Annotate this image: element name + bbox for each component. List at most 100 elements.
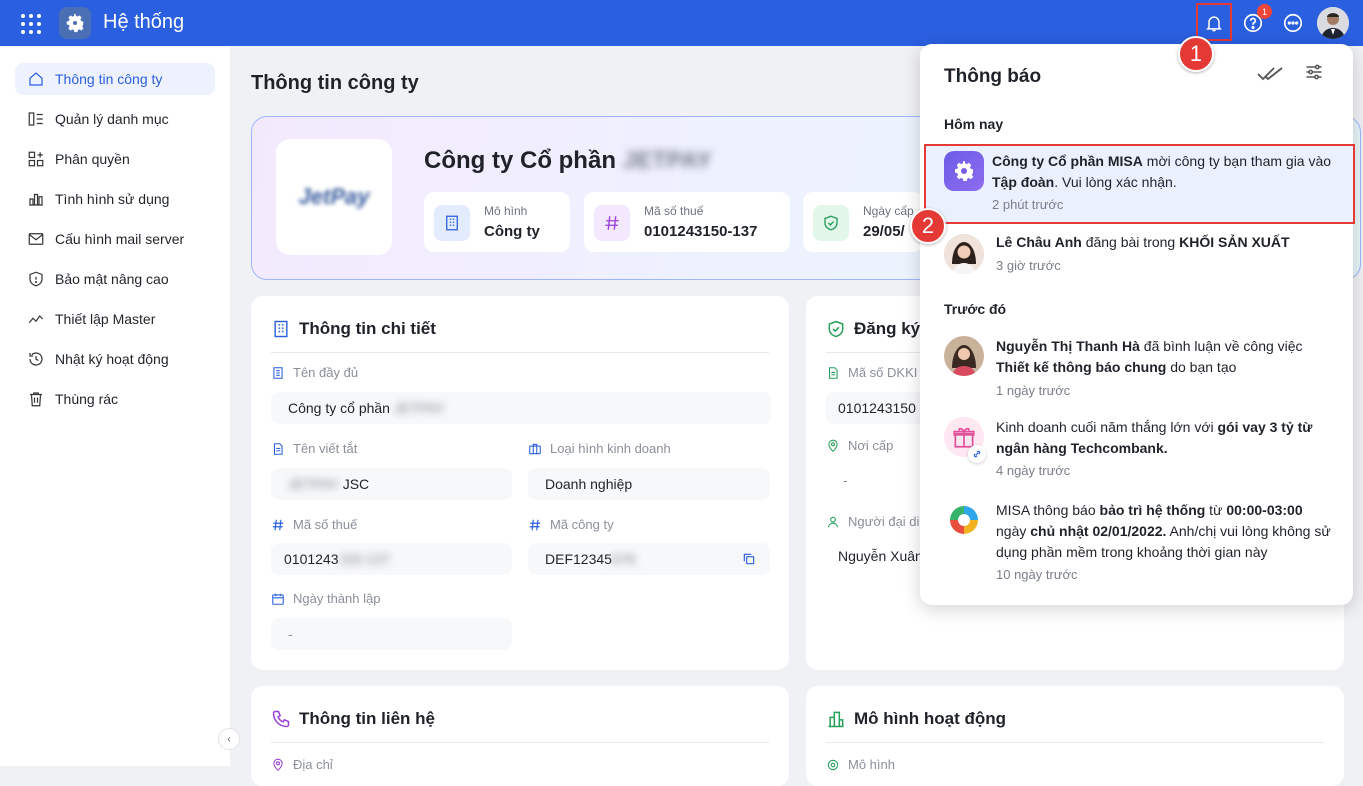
filter-settings-icon[interactable]: [1304, 62, 1324, 82]
label-text: Loại hình kinh doanh: [550, 441, 671, 456]
label-text: Tên đầy đủ: [293, 365, 359, 380]
stat-tax-code: Mã số thuế 0101243150-137: [584, 192, 790, 252]
notification-text: MISA thông báo bảo trì hệ thống từ 00:00…: [996, 500, 1336, 563]
shield-check-icon: [813, 205, 849, 241]
grid-plus-icon: [28, 151, 44, 167]
text-bold: Tập đoàn: [992, 174, 1055, 190]
stat-model: Mô hình Công ty: [424, 192, 570, 252]
detail-card-title: Thông tin chi tiết: [271, 319, 436, 339]
notification-time: 4 ngày trước: [996, 463, 1071, 478]
mark-all-read-icon[interactable]: [1257, 64, 1283, 82]
stat-value: 29/05/: [863, 223, 905, 240]
notification-text: Công ty Cổ phần MISA mời công ty bạn tha…: [992, 151, 1332, 193]
sidebar-item-trash[interactable]: Thùng rác: [15, 383, 215, 415]
notification-item[interactable]: Kinh doanh cuối năm thắng lớn với gói va…: [920, 417, 1353, 481]
tax-code-label: Mã số thuế: [271, 517, 357, 532]
trash-icon: [30, 392, 42, 407]
field-value-blurred: 150-137: [338, 551, 390, 567]
sidebar-item-label: Tình hình sử dụng: [55, 191, 170, 207]
tax-code-field: 0101243 150-137: [271, 543, 512, 575]
detail-card: Thông tin chi tiết Tên đầy đủ Công ty cổ…: [251, 296, 789, 670]
user-avatar: [944, 336, 984, 376]
bar-chart-icon: [29, 193, 43, 206]
step-marker-2: 2: [910, 208, 946, 244]
sidebar-item-security[interactable]: Bảo mật nâng cao: [15, 263, 215, 295]
text-bold: bảo trì hệ thống: [1099, 502, 1206, 518]
notification-item[interactable]: MISA thông báo bảo trì hệ thống từ 00:00…: [920, 500, 1353, 586]
company-code-field: DEF12345 678: [528, 543, 770, 575]
company-code-label: Mã công ty: [528, 517, 614, 532]
label-text: Mã số DKKI: [848, 365, 918, 380]
document-icon: [273, 442, 283, 455]
divider: [271, 742, 769, 743]
notification-item[interactable]: Nguyễn Thị Thanh Hà đã bình luận về công…: [920, 336, 1353, 400]
model-label: Mô hình: [826, 757, 895, 772]
notification-item[interactable]: Lê Châu Anh đăng bài trong KHỐI SẢN XUẤT…: [920, 232, 1353, 282]
rep-label: Người đại di: [826, 514, 919, 529]
company-logo: JetPay: [276, 139, 392, 255]
user-avatar[interactable]: [1317, 7, 1349, 39]
card-title-text: Mô hình hoạt động: [854, 709, 1007, 728]
text: do bạn tạo: [1166, 359, 1237, 375]
bell-icon[interactable]: [1202, 11, 1226, 35]
notification-item[interactable]: Công ty Cổ phần MISA mời công ty bạn tha…: [920, 148, 1353, 220]
text-bold: KHỐI SẢN XUẤT: [1179, 234, 1290, 250]
page-title: Thông tin công ty: [251, 72, 419, 94]
step-marker-1: 1: [1178, 36, 1214, 72]
building-icon: [273, 366, 283, 379]
text: . Vui lòng xác nhận.: [1054, 174, 1177, 190]
company-name: Công ty Cổ phần JETPAY: [424, 147, 712, 175]
full-name-field: Công ty cổ phần JETPAY: [271, 392, 771, 424]
business-type-field: Doanh nghiệp: [528, 468, 770, 500]
text-bold: Thiết kế thông báo chung: [996, 359, 1167, 375]
field-value: JSC: [342, 476, 370, 492]
sidebar-item-mail-server[interactable]: Cấu hình mail server: [15, 223, 215, 255]
contact-card-title: Thông tin liên hệ: [271, 709, 435, 729]
hash-icon: [594, 205, 630, 241]
text-bold: Lê Châu Anh: [996, 234, 1082, 250]
field-value: 0101243: [284, 551, 339, 567]
settings-app-logo-icon: [59, 7, 91, 39]
sidebar-item-activity-log[interactable]: Nhật ký hoạt động: [15, 343, 215, 375]
sidebar-item-catalog[interactable]: Quản lý danh mục: [15, 103, 215, 135]
history-icon: [29, 352, 43, 366]
text: mời công ty bạn tham gia vào: [1142, 153, 1332, 169]
help-badge: 1: [1257, 4, 1272, 19]
stat-issue-date: Ngày cấp 29/05/: [803, 192, 923, 252]
sidebar: Thông tin công ty Quản lý danh mục Phân …: [0, 46, 230, 766]
city-icon: [828, 711, 844, 728]
sidebar-item-label: Bảo mật nâng cao: [55, 271, 169, 287]
list-icon: [28, 112, 43, 126]
notification-time: 1 ngày trước: [996, 383, 1071, 398]
sidebar-item-label: Nhật ký hoạt động: [55, 351, 169, 367]
sidebar-item-label: Thiết lập Master: [55, 311, 156, 327]
more-icon[interactable]: [1281, 11, 1305, 35]
app-title: Hệ thống: [103, 11, 185, 33]
notification-time: 3 giờ trước: [996, 258, 1061, 273]
sidebar-item-usage[interactable]: Tình hình sử dụng: [15, 183, 215, 215]
sidebar-item-company-info[interactable]: Thông tin công ty: [15, 63, 215, 95]
company-name-prefix: Công ty Cổ phần: [424, 147, 616, 174]
phone-icon: [272, 710, 290, 728]
location-icon: [273, 758, 283, 771]
register-card-title: Đăng ký: [826, 319, 920, 339]
stat-value: 0101243150-137: [644, 223, 758, 240]
dkkd-label: Mã số DKKI: [826, 365, 917, 380]
card-title-text: Thông tin chi tiết: [299, 319, 436, 338]
sidebar-item-permissions[interactable]: Phân quyền: [15, 143, 215, 175]
stat-value: Công ty: [484, 223, 540, 240]
briefcase-icon: [529, 443, 541, 454]
label-text: Người đại di: [848, 514, 920, 529]
sidebar-item-master[interactable]: Thiết lập Master: [15, 303, 215, 335]
hash-icon: [272, 519, 284, 530]
app-launcher-icon[interactable]: [20, 13, 42, 35]
sidebar-item-label: Quản lý danh mục: [55, 111, 169, 127]
copy-icon[interactable]: [742, 552, 756, 566]
field-value: DEF12345: [545, 551, 612, 567]
label-text: Mã số thuế: [293, 517, 358, 532]
short-name-field: JETPAY JSC: [271, 468, 512, 500]
company-logo-text: JetPay: [298, 184, 370, 209]
label-text: Nơi cấp: [848, 438, 894, 453]
full-name-label: Tên đầy đủ: [271, 365, 358, 380]
card-title-text: Đăng ký: [854, 319, 921, 338]
